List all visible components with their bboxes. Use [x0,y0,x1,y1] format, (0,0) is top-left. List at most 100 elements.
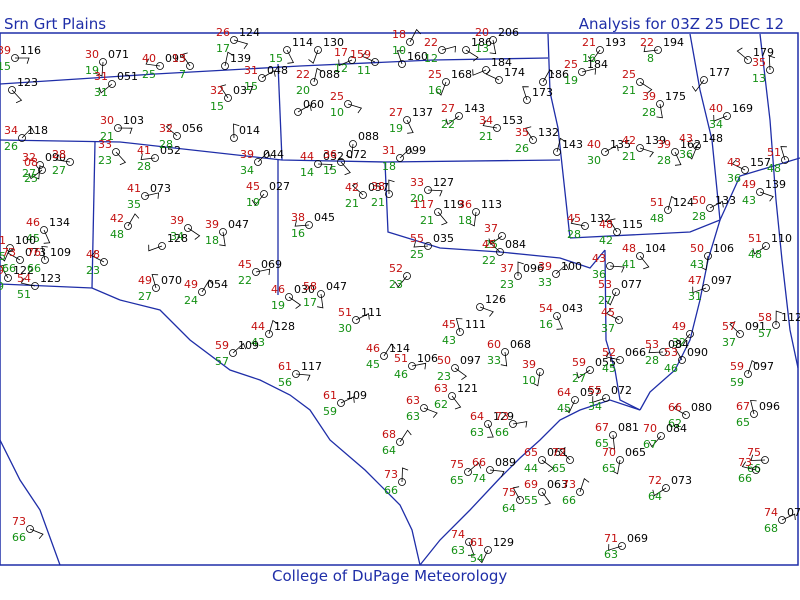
temperature-label: 71 [604,532,618,545]
pressure-label: 070 [161,274,182,287]
temperature-label: 52 [602,346,616,359]
dewpoint-label: 66 [562,494,576,507]
pressure-label: 148 [702,132,723,145]
station-plot: 66 74 089 [472,456,516,485]
dewpoint-label: 23 [98,154,112,167]
dewpoint-label: 57 [758,327,772,340]
wind-barb [127,213,140,227]
pressure-label: 099 [405,144,426,157]
dewpoint-label: 35 [127,198,141,211]
colorado-kansas-border [277,63,283,161]
temperature-label: 21 [582,36,596,49]
station-plot: 173 [522,86,553,104]
dewpoint-label: 59 [323,405,337,418]
station-plot: 54 16 043 [539,302,583,331]
dewpoint-label: 66 [738,472,752,485]
pressure-label: 051 [117,70,138,83]
station-plot: 5327077 [598,278,642,307]
dewpoint-label: 44 [524,462,538,475]
temperature-label: 51 [394,352,408,365]
dewpoint-label: 66 [12,531,26,544]
wind-barb [500,351,508,367]
wind-barb [759,191,774,202]
dewpoint-label: 68 [764,522,778,535]
temperature-label: 67 [736,400,750,413]
wind-barb [485,69,500,81]
dewpoint-label: 30 [338,322,352,335]
pressure-label: 184 [587,58,608,71]
temperature-label: 22 [296,68,310,81]
temperature-label: 70 [643,422,657,435]
dewpoint-label: 59 [730,376,744,389]
pressure-label: 111 [465,318,486,331]
temperature-label: 43 [727,156,741,169]
dewpoint-label: 10 [392,44,406,57]
temperature-label: 38 [371,180,385,193]
wind-barb [579,478,590,493]
pressure-label: 124 [239,26,260,39]
temperature-label: 39 [170,214,184,227]
dewpoint-label: 13 [752,72,766,85]
pressure-label: 047 [228,218,249,231]
dewpoint-label: 10 [330,106,344,119]
pressure-label: 121 [457,382,478,395]
station-plot: 72 64 073 [648,474,692,503]
dewpoint-label: 30 [587,154,601,167]
pressure-label: 194 [663,36,684,49]
temperature-label: 30 [85,48,99,61]
pressure-label: 174 [504,66,525,79]
temperature-label: 72 [552,446,566,459]
station-plot: 50 28 133 [692,194,736,223]
station-plot: 51 48 110 [748,232,792,261]
station-plot: 3821 [371,179,395,209]
station-plot: 060 [294,98,324,116]
station-plot: 41 35 073 [127,182,171,211]
dewpoint-label: 17 [216,42,230,55]
temperature-label: 36 [323,148,337,161]
temperature-label: 22 [640,36,654,49]
dewpoint-label: 56 [278,376,292,389]
temperature-label: 18 [392,28,406,41]
pressure-label: 066 [625,346,646,359]
pressure-label: 045 [314,211,335,224]
temperature-label: 50 [690,242,704,255]
temperature-label: 55 [588,384,602,397]
temperature-label: 74 [451,528,465,541]
dewpoint-label: 43 [690,258,704,271]
temperature-label: 49 [742,178,756,191]
temperature-label: 39 [240,148,254,161]
station-plot: 22 8 194 [640,36,684,65]
dewpoint-label: 15 [323,164,337,177]
wind-barb [115,151,127,166]
pressure-label: 127 [433,176,454,189]
pressure-label: 126 [485,293,506,306]
dewpoint-label: 16 [539,318,553,331]
temperature-label: 44 [300,150,314,163]
station-plot: 15 114 [269,36,313,65]
temperature-label: 74 [764,506,778,519]
pressure-label: 143 [562,138,583,151]
pressure-label: 175 [665,90,686,103]
pressure-label: 027 [269,180,290,193]
dewpoint-label: 33 [538,276,552,289]
dewpoint-label: 16 [428,84,442,97]
dewpoint-label: 66 [384,484,398,497]
dewpoint-label: 34 [709,118,723,131]
dewpoint-label: 45 [557,402,571,415]
station-plot: 71 63 069 [604,532,648,561]
pressure-label: 044 [263,148,284,161]
dewpoint-label: 18 [382,160,396,173]
station-plot: 76 66 109 [27,245,71,275]
station-plot: 70 65 065 [602,446,646,475]
station-plot: 7265 [552,446,574,475]
temperature-label: 13 [172,52,186,65]
station-plot: 48 41 104 [622,242,666,271]
temperature-label: 117 [413,198,434,211]
pressure-label: 072 [346,148,367,161]
pressure-label: 065 [625,446,646,459]
dewpoint-label: 25 [24,172,38,185]
pressure-label: 110 [771,232,792,245]
pressure-label: 054 [207,278,228,291]
pressure-label: 047 [326,280,347,293]
station-plot: 34 26 118 [4,124,48,153]
